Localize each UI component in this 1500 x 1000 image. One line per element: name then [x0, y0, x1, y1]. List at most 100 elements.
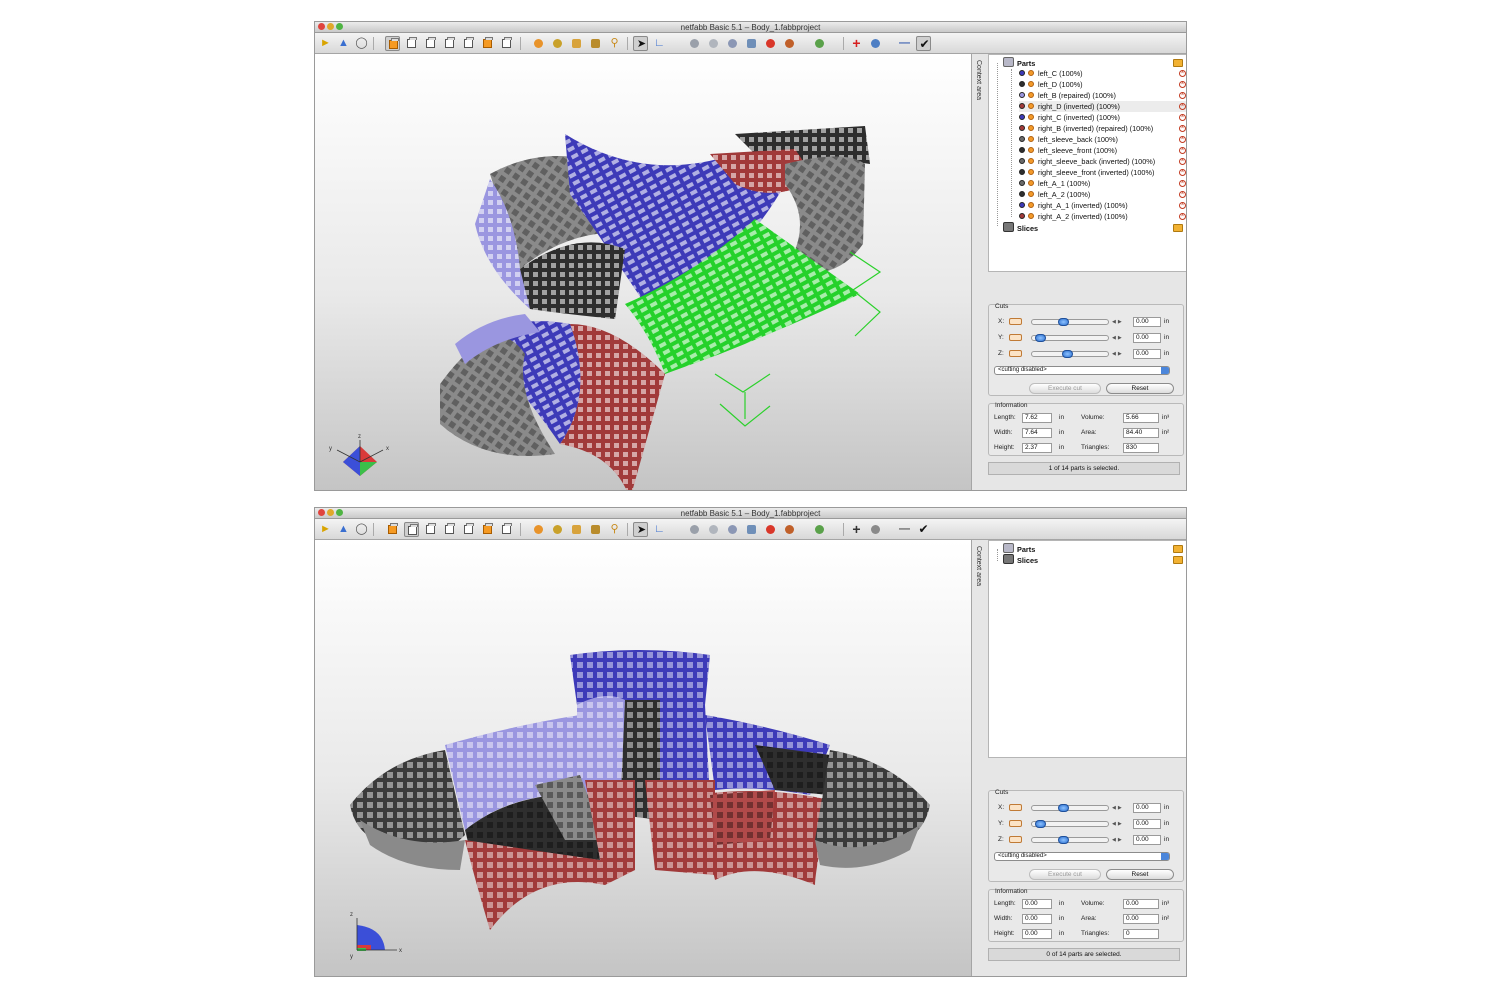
tree-parts-node[interactable]: Parts — [1003, 543, 1035, 554]
shading-icon[interactable] — [782, 522, 797, 537]
y-step-arrows[interactable]: ◀▶ — [1112, 821, 1124, 827]
remove-part-icon[interactable]: × — [1179, 114, 1186, 121]
x-cut-value[interactable]: 0.00 — [1133, 803, 1161, 813]
z-cut-slider[interactable] — [1031, 350, 1109, 358]
reset-button[interactable]: Reset — [1106, 869, 1174, 880]
view-top-icon[interactable] — [461, 36, 476, 51]
zoom-window-icon[interactable] — [569, 36, 584, 51]
zoom-all-icon[interactable] — [531, 36, 546, 51]
reset-button[interactable]: Reset — [1106, 383, 1174, 394]
folder-icon[interactable] — [1173, 556, 1183, 564]
3d-viewport[interactable]: x y z — [315, 54, 971, 490]
remove-part-icon[interactable]: × — [1179, 202, 1186, 209]
color-icon[interactable] — [763, 36, 778, 51]
add-icon[interactable]: + — [849, 522, 864, 537]
select-icon[interactable]: ➤ — [633, 522, 648, 537]
view-right-icon[interactable] — [442, 36, 457, 51]
mesh-icon[interactable] — [744, 522, 759, 537]
part-list-item[interactable]: left_A_2 (100%) × — [1019, 189, 1186, 200]
view-right-icon[interactable] — [442, 522, 457, 537]
z-cut-color[interactable] — [1009, 836, 1022, 843]
part-list-item[interactable]: right_C (inverted) (100%) × — [1019, 112, 1186, 123]
remove-part-icon[interactable]: × — [1179, 213, 1186, 220]
scale-icon[interactable] — [725, 36, 740, 51]
remove-part-icon[interactable]: × — [1179, 70, 1186, 77]
shapes-icon[interactable]: ▲ — [336, 522, 351, 537]
zoom-fit-icon[interactable] — [588, 522, 603, 537]
view-back-icon[interactable] — [404, 36, 419, 51]
y-cut-slider[interactable] — [1031, 820, 1109, 828]
view-top-icon[interactable] — [461, 522, 476, 537]
zoom-selection-icon[interactable] — [550, 522, 565, 537]
view-back-icon[interactable] — [404, 522, 419, 537]
remove-part-icon[interactable]: × — [1179, 169, 1186, 176]
tree-slices-node[interactable]: Slices — [1003, 222, 1038, 233]
part-list-item[interactable]: left_sleeve_back (100%) × — [1019, 134, 1186, 145]
settings-icon[interactable] — [868, 36, 883, 51]
remove-part-icon[interactable]: × — [1179, 180, 1186, 187]
zoom-fit-icon[interactable] — [588, 36, 603, 51]
check-icon[interactable]: ✔ — [916, 36, 931, 51]
part-list-item[interactable]: left_C (100%) × — [1019, 68, 1186, 79]
folder-icon[interactable] — [1173, 224, 1183, 232]
zoom-all-icon[interactable] — [531, 522, 546, 537]
remove-part-icon[interactable]: × — [1179, 81, 1186, 88]
open-icon[interactable]: ► — [318, 36, 333, 51]
tree-parts-node[interactable]: Parts — [1003, 57, 1035, 68]
add-part-icon[interactable]: ◯ — [354, 522, 369, 537]
3d-viewport[interactable]: x z y — [315, 540, 971, 976]
view-front-icon[interactable] — [385, 36, 400, 51]
repair-icon[interactable] — [812, 522, 827, 537]
minus-icon[interactable]: — — [897, 36, 912, 51]
x-step-arrows[interactable]: ◀▶ — [1112, 805, 1124, 811]
view-iso-icon[interactable] — [499, 522, 514, 537]
view-bottom-icon[interactable] — [480, 522, 495, 537]
z-cut-color[interactable] — [1009, 350, 1022, 357]
x-cut-value[interactable]: 0.00 — [1133, 317, 1161, 327]
remove-part-icon[interactable]: × — [1179, 191, 1186, 198]
select-icon[interactable]: ➤ — [633, 36, 648, 51]
color-icon[interactable] — [763, 522, 778, 537]
z-cut-slider[interactable] — [1031, 836, 1109, 844]
execute-cut-button[interactable]: Execute cut — [1029, 869, 1101, 880]
shading-icon[interactable] — [782, 36, 797, 51]
part-list-item[interactable]: left_sleeve_front (100%) × — [1019, 145, 1186, 156]
execute-cut-button[interactable]: Execute cut — [1029, 383, 1101, 394]
settings-icon[interactable] — [868, 522, 883, 537]
zoom-icon[interactable]: ⚲ — [607, 36, 622, 51]
context-area-tab[interactable]: Context area — [973, 542, 987, 662]
part-list-item[interactable]: right_sleeve_front (inverted) (100%) × — [1019, 167, 1186, 178]
x-cut-slider[interactable] — [1031, 804, 1109, 812]
part-list-item[interactable]: right_sleeve_back (inverted) (100%) × — [1019, 156, 1186, 167]
remove-part-icon[interactable]: × — [1179, 147, 1186, 154]
y-cut-color[interactable] — [1009, 334, 1022, 341]
y-step-arrows[interactable]: ◀▶ — [1112, 335, 1124, 341]
z-cut-value[interactable]: 0.00 — [1133, 835, 1161, 845]
view-front-icon[interactable] — [385, 522, 400, 537]
part-list-item[interactable]: right_A_2 (inverted) (100%) × — [1019, 211, 1186, 222]
folder-icon[interactable] — [1173, 545, 1183, 553]
cutting-mode-select[interactable]: <cutting disabled> — [994, 852, 1170, 861]
minus-icon[interactable]: — — [897, 522, 912, 537]
x-cut-color[interactable] — [1009, 804, 1022, 811]
add-icon[interactable]: + — [849, 36, 864, 51]
move-icon[interactable] — [706, 522, 721, 537]
x-cut-slider[interactable] — [1031, 318, 1109, 326]
zoom-selection-icon[interactable] — [550, 36, 565, 51]
measure-icon[interactable]: ∟ — [652, 36, 667, 51]
remove-part-icon[interactable]: × — [1179, 92, 1186, 99]
measure-icon[interactable]: ∟ — [652, 522, 667, 537]
y-cut-color[interactable] — [1009, 820, 1022, 827]
mesh-icon[interactable] — [744, 36, 759, 51]
y-cut-value[interactable]: 0.00 — [1133, 333, 1161, 343]
rotate-icon[interactable] — [687, 36, 702, 51]
z-step-arrows[interactable]: ◀▶ — [1112, 837, 1124, 843]
part-list-item[interactable]: left_A_1 (100%) × — [1019, 178, 1186, 189]
x-step-arrows[interactable]: ◀▶ — [1112, 319, 1124, 325]
move-icon[interactable] — [706, 36, 721, 51]
folder-icon[interactable] — [1173, 59, 1183, 67]
zoom-window-icon[interactable] — [569, 522, 584, 537]
context-area-tab[interactable]: Context area — [973, 56, 987, 176]
repair-icon[interactable] — [812, 36, 827, 51]
part-list-item[interactable]: right_B (inverted) (repaired) (100%) × — [1019, 123, 1186, 134]
